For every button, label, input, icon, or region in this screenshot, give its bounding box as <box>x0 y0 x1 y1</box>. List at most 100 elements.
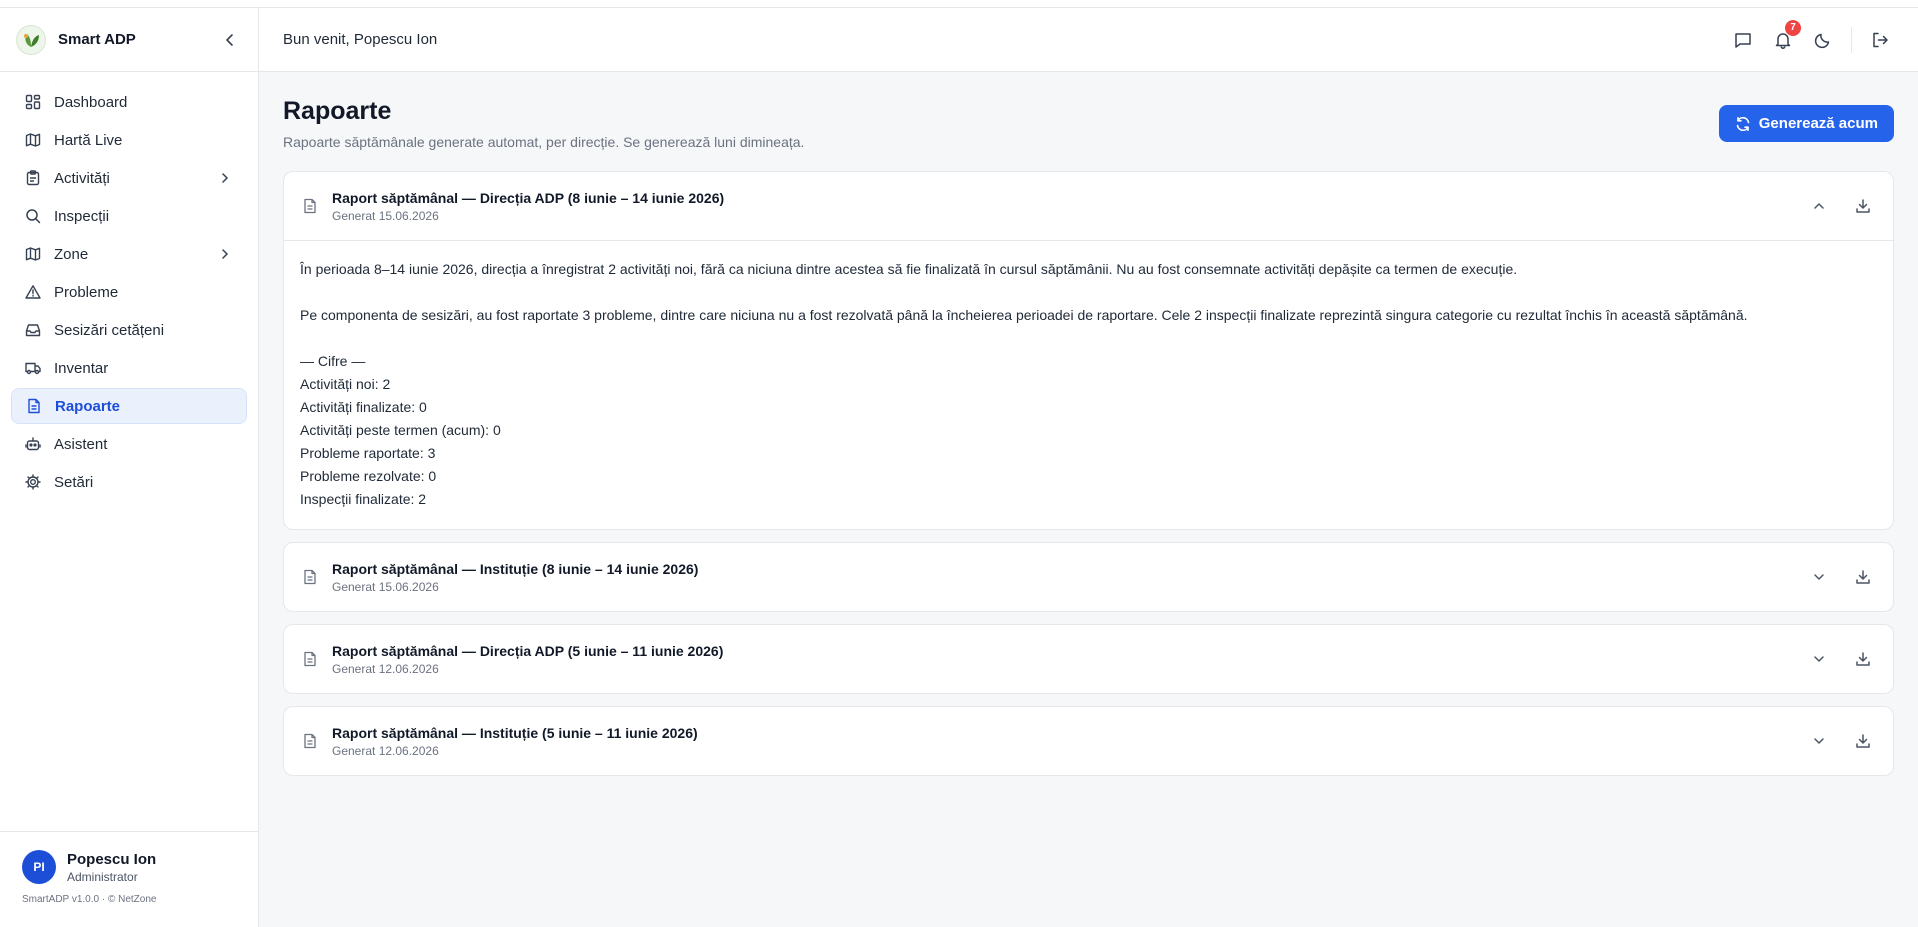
sidebar-item-sesizari-cetateni[interactable]: Sesizări cetățeni <box>11 312 247 348</box>
brand: Smart ADP <box>0 8 258 72</box>
app-logo-icon <box>16 24 46 55</box>
report-figure-line: Inspecții finalizate: 2 <box>300 491 427 507</box>
sidebar: Smart ADP Dashboard Hartă Live Activităț… <box>0 8 259 927</box>
refresh-icon <box>1735 116 1751 132</box>
report-card: Raport săptămânal — Instituție (5 iunie … <box>283 706 1894 776</box>
logout-icon <box>1873 32 1888 47</box>
notifications-button[interactable]: 7 <box>1769 19 1801 54</box>
report-paragraph: Pe componenta de sesizări, au fost rapor… <box>300 307 1748 323</box>
header-divider <box>1851 26 1852 53</box>
sidebar-item-label: Hartă Live <box>54 131 123 149</box>
chevron-down-icon <box>1814 656 1824 662</box>
message-icon <box>1735 32 1751 48</box>
sidebar-item-inspectii[interactable]: Inspecții <box>11 198 247 234</box>
main-content: Rapoarte Rapoarte săptămânale generate a… <box>259 73 1918 927</box>
clipboard-icon <box>24 169 42 187</box>
dashboard-icon <box>24 93 42 111</box>
chevron-right-icon <box>216 169 234 187</box>
document-icon <box>300 196 320 216</box>
avatar: PI <box>22 850 56 884</box>
map-icon <box>24 245 42 263</box>
theme-toggle-button[interactable] <box>1809 26 1837 54</box>
app-name: Smart ADP <box>58 31 136 48</box>
report-date: Generat 12.06.2026 <box>332 743 439 758</box>
download-report-button[interactable] <box>1849 727 1877 755</box>
messages-button[interactable] <box>1729 26 1757 54</box>
map-icon <box>24 131 42 149</box>
sidebar-item-asistent[interactable]: Asistent <box>11 426 247 462</box>
chevron-down-icon <box>1814 574 1824 580</box>
report-header[interactable]: Raport săptămânal — Instituție (5 iunie … <box>284 707 1893 775</box>
expand-report-button[interactable] <box>1805 727 1833 755</box>
sidebar-footer: PI Popescu Ion Administrator SmartADP v1… <box>0 831 259 927</box>
generate-now-label: Generează acum <box>1758 115 1878 132</box>
collapse-sidebar-icon[interactable] <box>218 28 242 52</box>
user-name: Popescu Ion <box>67 850 157 868</box>
document-icon <box>300 649 320 669</box>
page-header: Rapoarte Rapoarte săptămânale generate a… <box>283 95 1894 171</box>
sidebar-item-activitati[interactable]: Activități <box>11 160 247 196</box>
report-date: Generat 15.06.2026 <box>332 579 439 594</box>
sidebar-item-label: Asistent <box>54 435 108 453</box>
search-icon <box>24 207 42 225</box>
download-icon <box>1856 199 1870 213</box>
report-card: Raport săptămânal — Direcția ADP (5 iuni… <box>283 624 1894 694</box>
download-icon <box>1856 570 1870 584</box>
report-header[interactable]: Raport săptămânal — Direcția ADP (5 iuni… <box>284 625 1893 693</box>
report-card: Raport săptămânal — Instituție (8 iunie … <box>283 542 1894 612</box>
report-title: Raport săptămânal — Direcția ADP (8 iuni… <box>332 189 725 206</box>
report-date: Generat 12.06.2026 <box>332 661 439 676</box>
report-title: Raport săptămânal — Instituție (8 iunie … <box>332 560 699 577</box>
report-date: Generat 15.06.2026 <box>332 208 439 223</box>
sidebar-item-rapoarte[interactable]: Rapoarte <box>11 388 247 424</box>
sidebar-item-zone[interactable]: Zone <box>11 236 247 272</box>
sidebar-item-setari[interactable]: Setări <box>11 464 247 500</box>
report-figure-line: Probleme rezolvate: 0 <box>300 468 437 484</box>
report-header[interactable]: Raport săptămânal — Instituție (8 iunie … <box>284 543 1893 611</box>
sidebar-item-label: Inventar <box>54 359 109 377</box>
sidebar-item-label: Probleme <box>54 283 119 301</box>
logout-button[interactable] <box>1866 26 1894 54</box>
sidebar-item-harta-live[interactable]: Hartă Live <box>11 122 247 158</box>
top-header: Bun venit, Popescu Ion 7 <box>259 8 1918 72</box>
download-icon <box>1856 734 1870 748</box>
document-icon <box>300 731 320 751</box>
sidebar-item-label: Dashboard <box>54 93 128 111</box>
sidebar-item-label: Sesizări cetățeni <box>54 321 165 339</box>
user-profile[interactable]: PI Popescu Ion Administrator <box>22 850 237 884</box>
download-report-button[interactable] <box>1849 645 1877 673</box>
download-report-button[interactable] <box>1849 192 1877 220</box>
page-title: Rapoarte <box>283 97 392 125</box>
user-role: Administrator <box>67 869 138 884</box>
report-title: Raport săptămânal — Instituție (5 iunie … <box>332 724 698 741</box>
report-figures-heading: — Cifre — <box>300 353 366 369</box>
gear-icon <box>24 473 42 491</box>
download-report-button[interactable] <box>1849 563 1877 591</box>
report-icon <box>25 397 43 415</box>
collapse-report-button[interactable] <box>1805 192 1833 220</box>
report-card: Raport săptămânal — Direcția ADP (8 iuni… <box>283 171 1894 530</box>
sidebar-item-label: Rapoarte <box>55 397 121 415</box>
moon-icon <box>1814 33 1830 48</box>
expand-report-button[interactable] <box>1805 645 1833 673</box>
top-border <box>0 0 1918 8</box>
sidebar-item-label: Setări <box>54 473 94 491</box>
bot-icon <box>24 435 42 453</box>
chevron-up-icon <box>1814 203 1824 209</box>
sidebar-item-probleme[interactable]: Probleme <box>11 274 247 310</box>
report-paragraph: În perioada 8–14 iunie 2026, direcția a … <box>300 261 1518 277</box>
report-figure-line: Activități finalizate: 0 <box>300 399 427 415</box>
report-header[interactable]: Raport săptămânal — Direcția ADP (8 iuni… <box>284 172 1893 240</box>
expand-report-button[interactable] <box>1805 563 1833 591</box>
sidebar-item-dashboard[interactable]: Dashboard <box>11 84 247 120</box>
report-body: În perioada 8–14 iunie 2026, direcția a … <box>284 240 1893 529</box>
warning-icon <box>24 283 42 301</box>
welcome-text: Bun venit, Popescu Ion <box>283 31 438 48</box>
report-title: Raport săptămânal — Direcția ADP (5 iuni… <box>332 642 724 659</box>
chevron-down-icon <box>1814 738 1824 744</box>
report-figure-line: Activități peste termen (acum): 0 <box>300 422 501 438</box>
notification-badge: 7 <box>1785 19 1801 36</box>
app-version: SmartADP v1.0.0 · © NetZone <box>22 894 157 905</box>
sidebar-item-inventar[interactable]: Inventar <box>11 350 247 386</box>
generate-now-button[interactable]: Generează acum <box>1718 105 1894 142</box>
